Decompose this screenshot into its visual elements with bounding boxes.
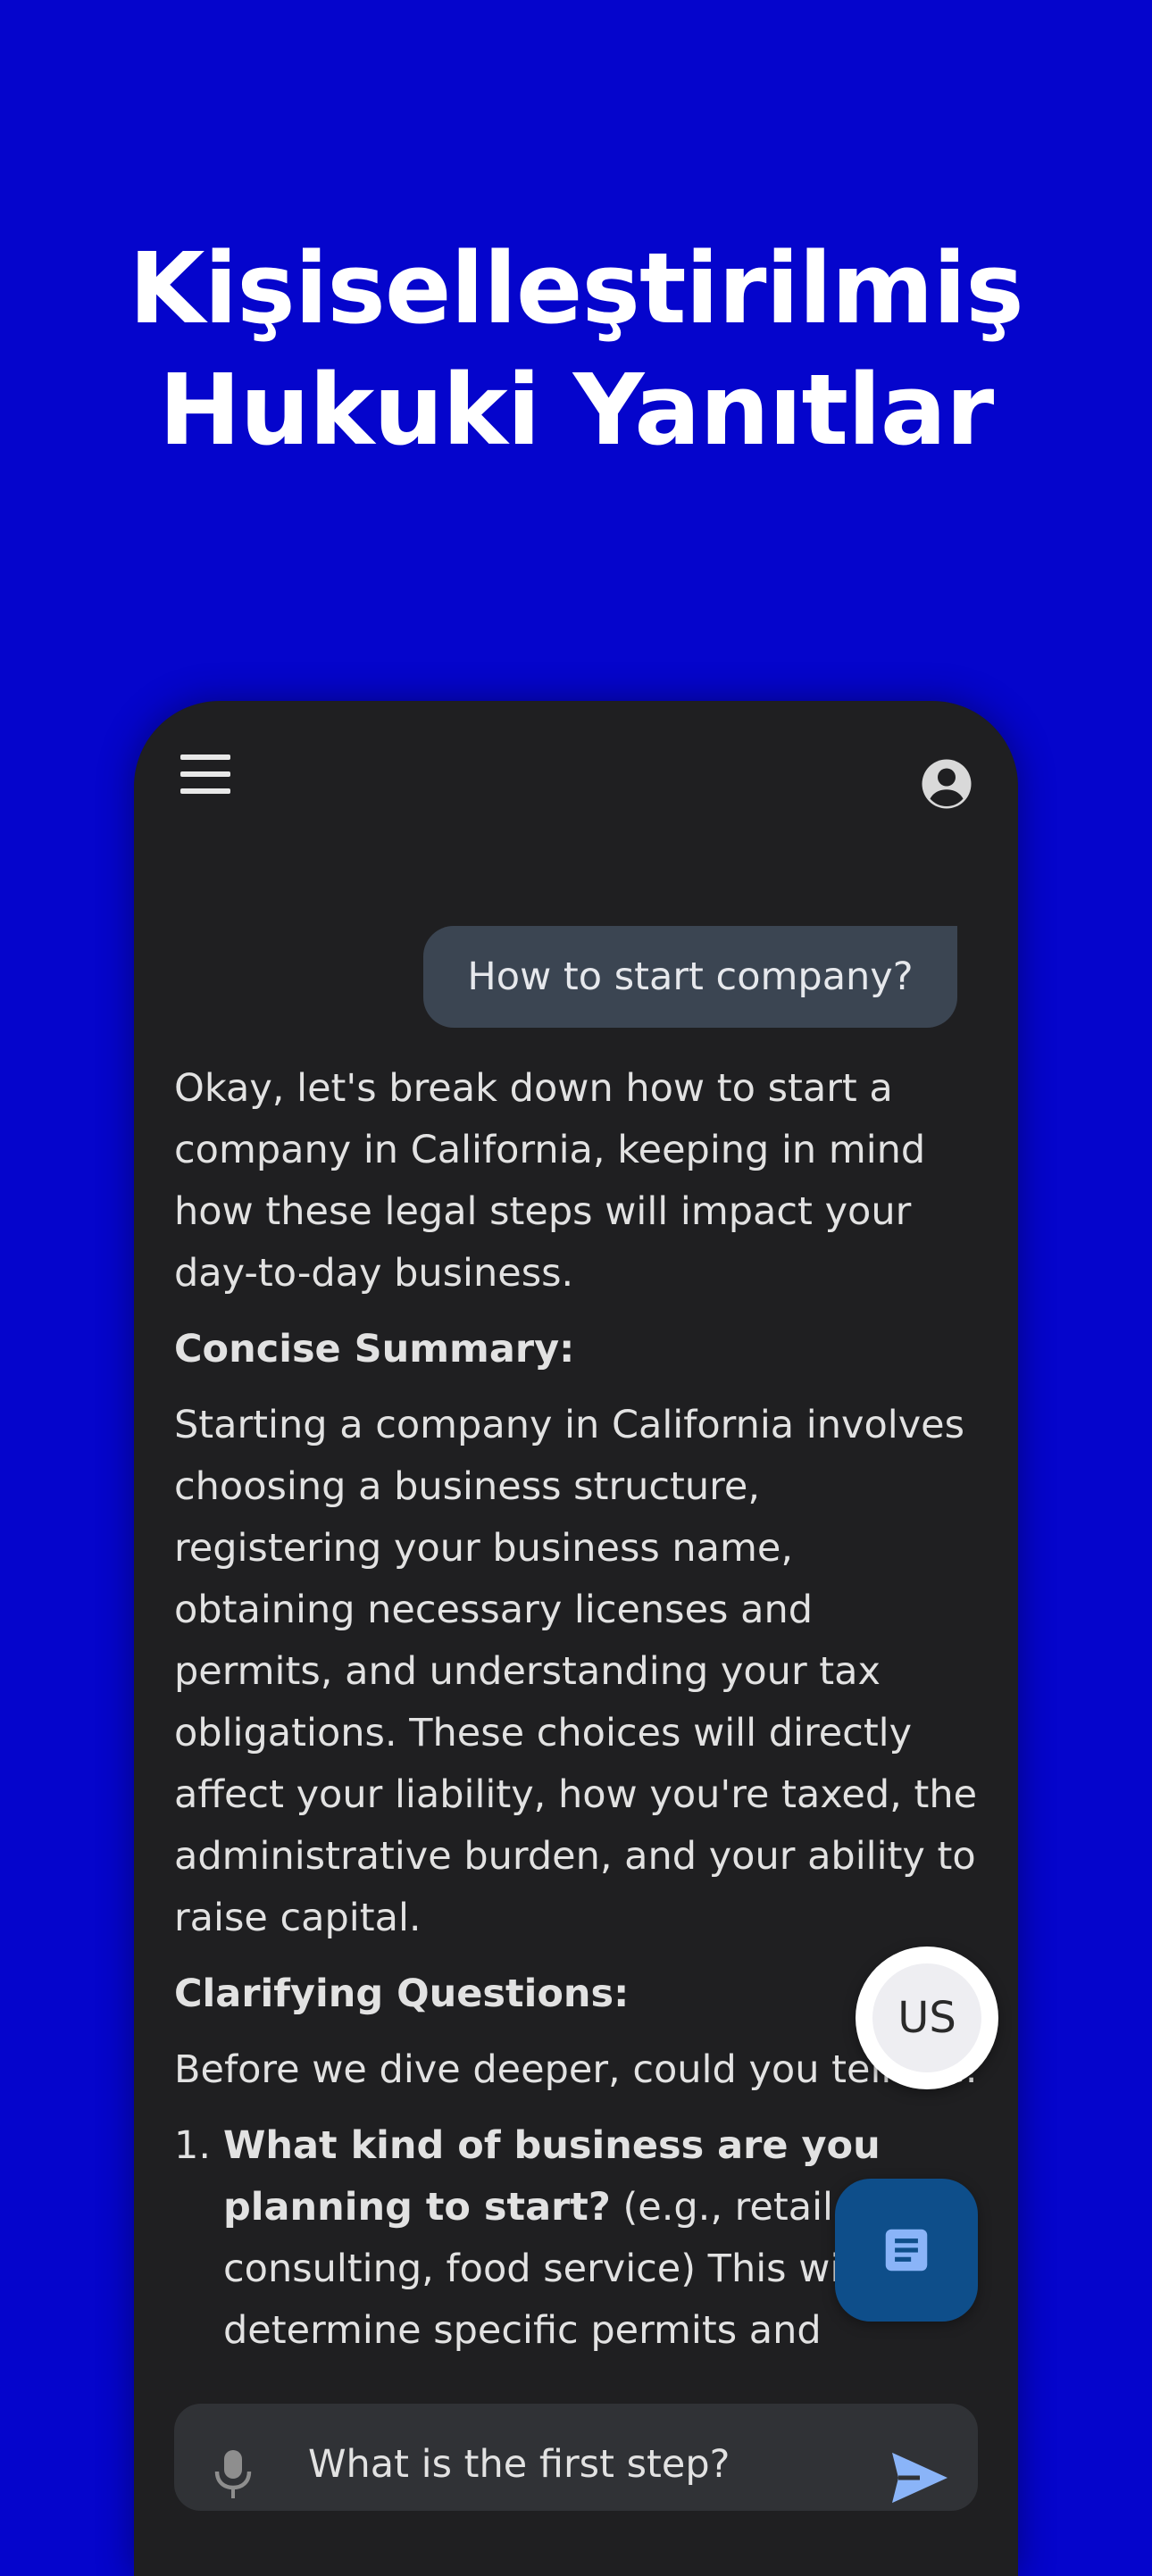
send-icon[interactable] xyxy=(889,2450,951,2505)
hamburger-menu-icon[interactable] xyxy=(180,754,230,796)
account-circle-icon[interactable] xyxy=(920,757,973,811)
assistant-reply: Okay, let's break down how to start a co… xyxy=(174,1058,978,2362)
hero-title-line-1: Kişiselleştirilmiş xyxy=(129,231,1023,346)
region-label: US xyxy=(872,1963,981,2072)
user-message-bubble: How to start company? xyxy=(423,926,957,1028)
list-item-number: 1. xyxy=(174,2123,212,2168)
message-composer xyxy=(174,2404,978,2511)
hero-title-line-2: Hukuki Yanıtlar xyxy=(158,353,995,467)
message-input[interactable] xyxy=(308,2429,844,2500)
microphone-icon[interactable] xyxy=(212,2447,255,2500)
hero-title: Kişiselleştirilmiş Hukuki Yanıtlar xyxy=(0,228,1152,471)
summary-heading: Concise Summary: xyxy=(174,1327,575,1371)
questions-intro: Before we dive deeper, could you tell me… xyxy=(174,2047,978,2092)
region-selector-button[interactable]: US xyxy=(856,1947,998,2089)
document-button[interactable] xyxy=(835,2179,978,2322)
summary-text: Starting a company in California involve… xyxy=(174,1403,978,1940)
reply-intro: Okay, let's break down how to start a co… xyxy=(174,1066,926,1296)
document-icon xyxy=(885,2229,928,2272)
